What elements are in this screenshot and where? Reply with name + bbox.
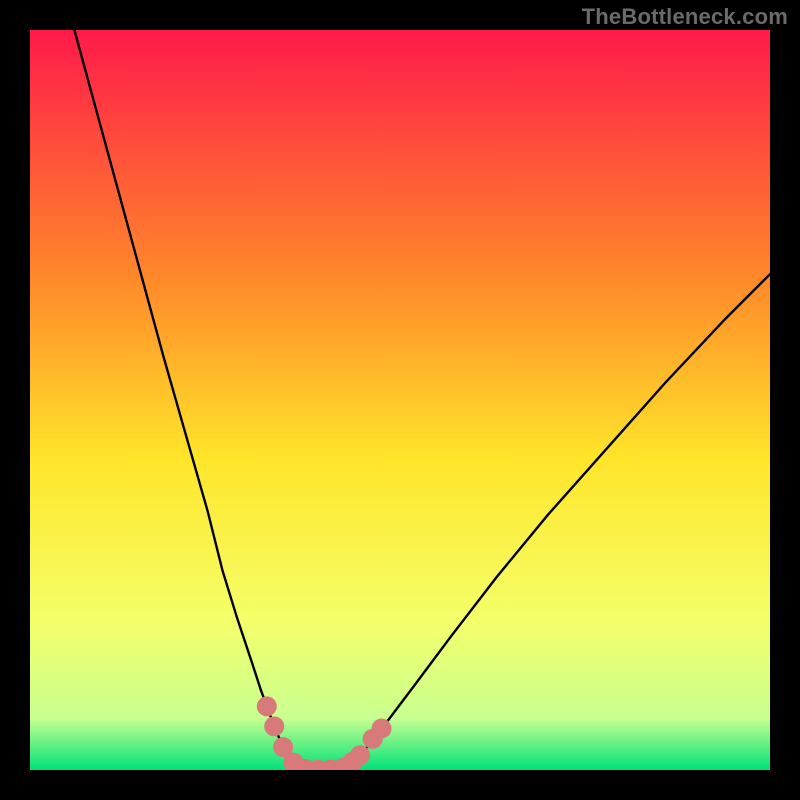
- plot-area: [30, 30, 770, 770]
- chart-frame: TheBottleneck.com: [0, 0, 800, 800]
- highlight-marker: [350, 745, 370, 765]
- highlight-marker: [264, 716, 284, 736]
- gradient-background: [30, 30, 770, 770]
- highlight-marker: [372, 719, 392, 739]
- watermark-text: TheBottleneck.com: [582, 4, 788, 30]
- chart-svg: [30, 30, 770, 770]
- highlight-marker: [257, 696, 277, 716]
